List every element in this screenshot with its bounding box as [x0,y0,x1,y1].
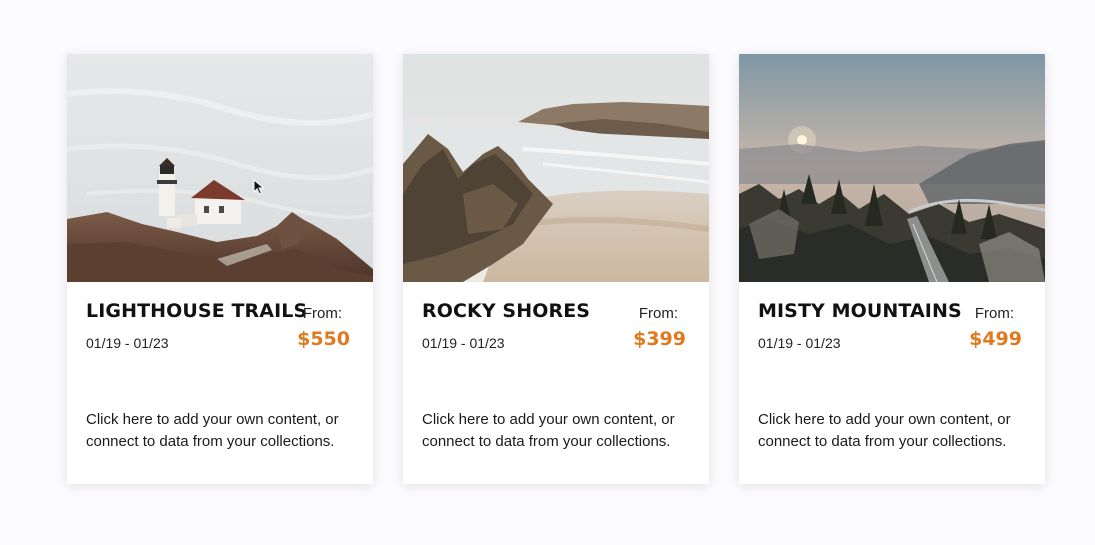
card-rocky-shores[interactable]: ROCKY SHORES From: $399 01/19 - 01/23 Cl… [403,54,709,484]
price-value: $399 [633,328,686,350]
card-description: Click here to add your own content, or c… [422,411,675,450]
card-lighthouse-trails[interactable]: LIGHTHOUSE TRAILS From: $550 01/19 - 01/… [67,54,373,484]
lighthouse-photo[interactable] [67,54,373,282]
date-range: 01/19 - 01/23 [86,335,169,351]
price-value: $550 [297,328,350,350]
from-label: From: [638,305,678,322]
card-title: LIGHTHOUSE TRAILS [86,300,308,322]
card-title: MISTY MOUNTAINS [758,300,962,322]
date-range: 01/19 - 01/23 [422,335,505,351]
from-label: From: [302,305,342,322]
card-description: Click here to add your own content, or c… [758,411,1011,450]
card-misty-mountains[interactable]: MISTY MOUNTAINS From: $499 01/19 - 01/23… [739,54,1045,484]
from-label: From: [974,305,1014,322]
rocky-shore-photo[interactable] [403,54,709,282]
date-range: 01/19 - 01/23 [758,335,841,351]
card-title: ROCKY SHORES [422,300,591,322]
card-description: Click here to add your own content, or c… [86,411,339,450]
misty-mountain-photo[interactable] [739,54,1045,282]
card-gallery: LIGHTHOUSE TRAILS From: $550 01/19 - 01/… [67,54,1045,484]
price-value: $499 [969,328,1022,350]
